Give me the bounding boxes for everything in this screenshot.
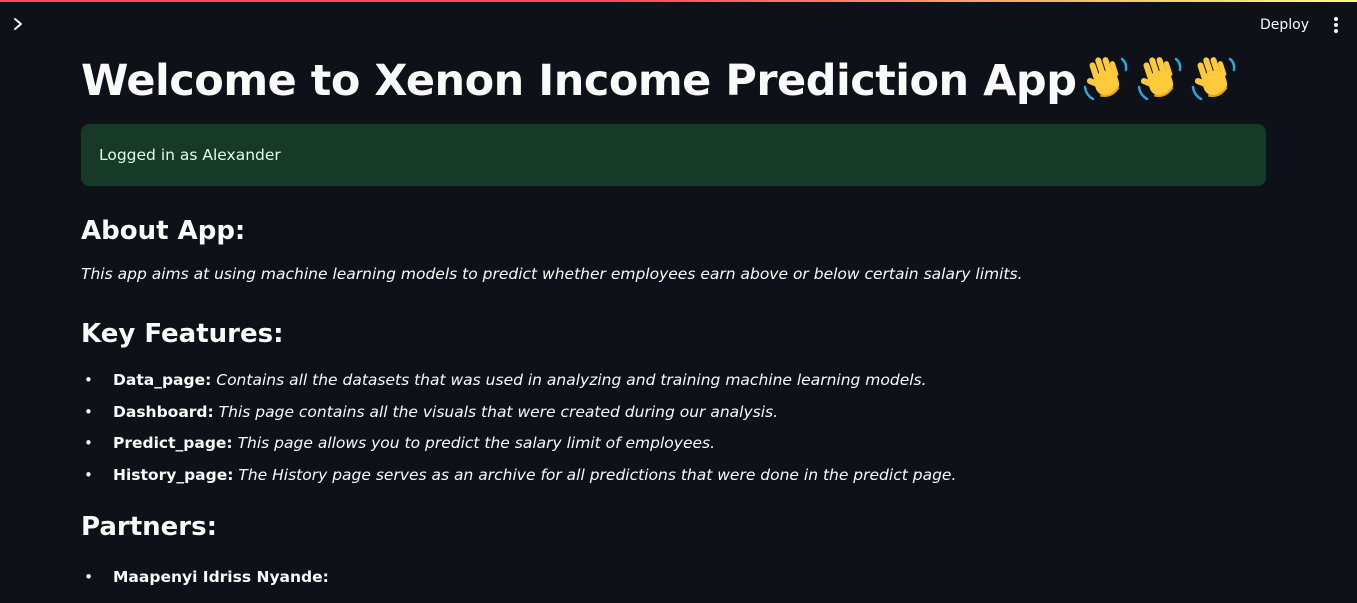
page-title-text: Welcome to Xenon Income Prediction App (81, 56, 1077, 106)
partners-heading: Partners: (81, 511, 217, 542)
waving-hand-icon (1082, 53, 1130, 105)
features-list: • Data_page: Contains all the datasets th… (81, 368, 1266, 487)
about-text: This app aims at using machine learning … (81, 265, 1023, 283)
main-menu-button[interactable] (1325, 14, 1347, 36)
list-item: • Predict_page: This page allows you to p… (84, 434, 716, 452)
list-item: • Dashboard: This page contains all the v… (84, 402, 779, 421)
list-item: • History_page: The History page serves a… (84, 465, 957, 484)
app-header: Deploy (0, 2, 1357, 48)
kebab-menu-icon (1334, 17, 1338, 33)
about-heading: About App: (81, 216, 246, 246)
login-success-alert: Logged in as Alexander (81, 124, 1266, 186)
waving-hand-icon (1190, 53, 1238, 105)
login-message: Logged in as Alexander (99, 146, 281, 164)
waving-hand-icon (1136, 53, 1184, 105)
list-item: • Data_page: Contains all the datasets th… (84, 371, 927, 389)
sidebar-toggle-button[interactable] (6, 12, 30, 36)
chevron-right-icon (14, 18, 22, 30)
deploy-button[interactable]: Deploy (1250, 12, 1319, 38)
features-heading: Key Features: (81, 319, 284, 349)
list-item: • Maapenyi Idriss Nyande: (84, 567, 329, 586)
main-content: Welcome to Xenon Income Prediction App L… (81, 48, 1266, 589)
partners-list: • Maapenyi Idriss Nyande: (81, 565, 1266, 589)
page-title: Welcome to Xenon Income Prediction App (81, 50, 1266, 112)
